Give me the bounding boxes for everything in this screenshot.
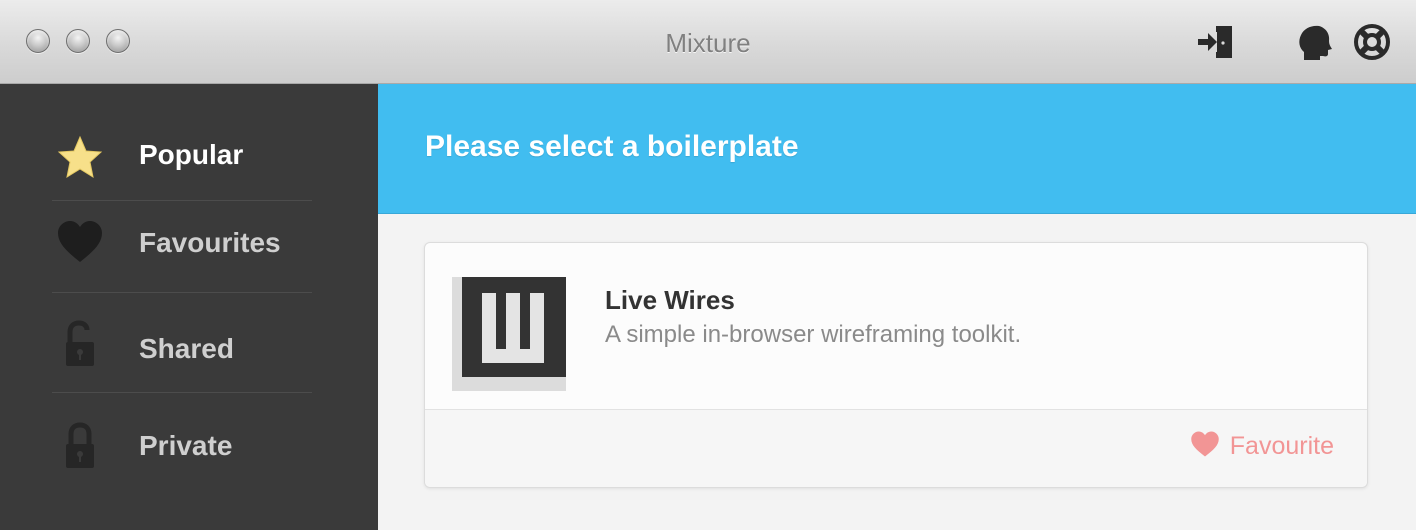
sidebar-item-label: Favourites (139, 227, 281, 258)
sidebar-divider (52, 292, 312, 293)
boilerplate-name: Live Wires (605, 285, 735, 315)
sidebar-divider (52, 392, 312, 393)
main-header: Please select a boilerplate (378, 84, 1416, 214)
sidebar-item-shared[interactable]: Shared (52, 302, 312, 392)
sidebar-divider (52, 200, 312, 201)
favourite-button[interactable]: Favourite (1190, 430, 1334, 463)
head-profile-icon[interactable] (1294, 22, 1334, 62)
boilerplate-description: A simple in-browser wireframing toolkit. (605, 321, 1022, 348)
star-icon (56, 134, 104, 182)
sidebar-item-private[interactable]: Private (52, 400, 312, 490)
heart-icon (56, 218, 104, 266)
sidebar-item-label: Private (139, 430, 233, 461)
live-wires-logo (452, 277, 566, 391)
page-title: Please select a boilerplate (425, 130, 799, 163)
title-bar: Mixture (0, 0, 1416, 84)
heart-icon (1190, 430, 1220, 463)
locked-padlock-icon (56, 422, 104, 470)
sidebar-item-label: Shared (139, 333, 234, 364)
card-footer: Favourite (425, 410, 1367, 487)
card-body[interactable]: Live Wires A simple in-browser wireframi… (425, 243, 1367, 410)
boilerplate-card[interactable]: Live Wires A simple in-browser wireframi… (424, 242, 1368, 488)
lifebuoy-icon[interactable] (1352, 22, 1392, 62)
sidebar-item-favourites[interactable]: Favourites (52, 202, 312, 292)
unlocked-padlock-icon (56, 320, 104, 368)
sidebar: Popular Favourites Shared Private (0, 84, 378, 530)
favourite-label: Favourite (1229, 432, 1334, 460)
sign-in-icon[interactable] (1196, 22, 1236, 62)
sidebar-item-popular[interactable]: Popular (52, 110, 312, 200)
sidebar-item-label: Popular (139, 139, 244, 170)
